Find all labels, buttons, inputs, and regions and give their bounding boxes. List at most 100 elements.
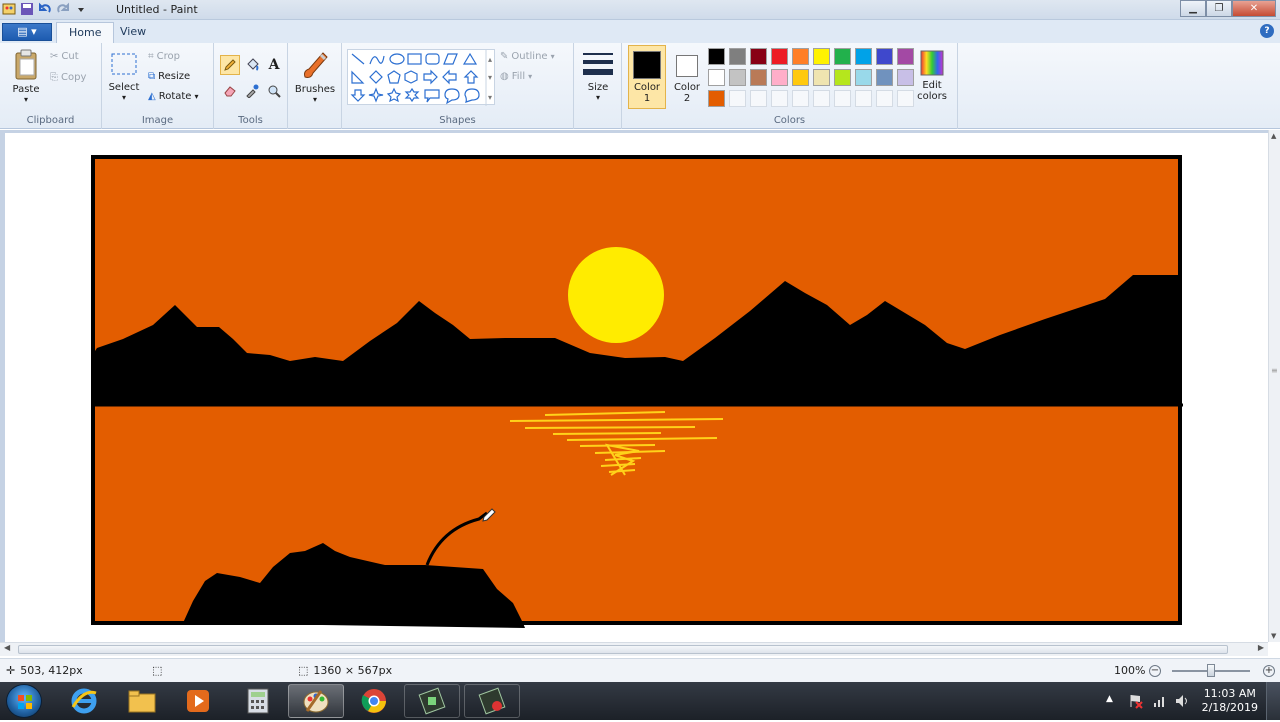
palette-swatch[interactable] (729, 69, 746, 86)
system-tray: ▲ 11:03 AM 2/18/2019 (1100, 682, 1280, 720)
palette-swatch[interactable] (834, 48, 851, 65)
color1-number: 1 (643, 93, 651, 104)
redo-icon[interactable] (56, 2, 70, 16)
show-desktop-button[interactable] (1266, 682, 1280, 720)
save-icon[interactable] (20, 2, 34, 16)
palette-swatch[interactable] (708, 48, 725, 65)
network-icon[interactable] (1152, 693, 1168, 709)
color-picker-tool[interactable] (242, 81, 262, 101)
clock[interactable]: 11:03 AM 2/18/2019 (1202, 687, 1258, 715)
palette-swatch[interactable] (834, 69, 851, 86)
maximize-button[interactable]: ❐ (1206, 0, 1232, 17)
palette-empty-slot[interactable] (813, 90, 830, 107)
chevron-down-icon: ▾ (528, 72, 533, 81)
tab-home[interactable]: Home (56, 22, 115, 43)
paint-icon (303, 690, 329, 713)
outline-button[interactable]: ✎ Outline ▾ (500, 51, 555, 62)
palette-swatch[interactable] (876, 48, 893, 65)
drawing-canvas[interactable] (5, 133, 1268, 642)
palette-empty-slot[interactable] (897, 90, 914, 107)
palette-empty-slot[interactable] (855, 90, 872, 107)
file-menu-button[interactable]: ▤ ▾ (2, 23, 52, 41)
start-button[interactable] (6, 684, 42, 718)
paste-button[interactable]: Paste ▾ (8, 49, 44, 104)
brushes-button[interactable]: Brushes ▾ (294, 49, 336, 104)
taskbar-app-1[interactable] (404, 684, 460, 718)
taskbar-file-explorer[interactable] (114, 684, 170, 718)
palette-swatch[interactable] (771, 48, 788, 65)
palette-empty-slot[interactable] (876, 90, 893, 107)
size-button[interactable]: Size ▾ (580, 49, 616, 102)
ribbon-tabs: ▤ ▾ Home View ? (0, 20, 1280, 43)
palette-empty-slot[interactable] (750, 90, 767, 107)
palette-swatch[interactable] (813, 48, 830, 65)
select-button[interactable]: Select ▾ (106, 49, 142, 102)
tab-view[interactable]: View (108, 22, 158, 43)
minimize-button[interactable]: ▁ (1180, 0, 1206, 17)
zoom-slider-thumb[interactable] (1207, 664, 1215, 677)
cut-button[interactable]: ✂ Cut (50, 51, 79, 62)
customize-quick-access-icon[interactable] (74, 2, 88, 16)
scroll-right-icon[interactable]: ▶ (1258, 643, 1264, 652)
eraser-tool[interactable] (220, 81, 240, 101)
text-tool[interactable]: A (264, 55, 284, 75)
palette-swatch[interactable] (792, 69, 809, 86)
workspace (0, 130, 1268, 642)
svg-text:▴: ▴ (488, 55, 492, 64)
scroll-left-icon[interactable]: ◀ (4, 643, 10, 652)
palette-swatch[interactable] (855, 48, 872, 65)
scroll-down-icon[interactable]: ▼ (1271, 632, 1276, 640)
action-center-flag-icon[interactable] (1128, 693, 1144, 709)
app-2-icon (478, 687, 506, 715)
undo-icon[interactable] (38, 2, 52, 16)
volume-icon[interactable] (1174, 693, 1190, 709)
palette-empty-slot[interactable] (792, 90, 809, 107)
horizontal-scroll-thumb[interactable] (18, 645, 1228, 654)
crop-icon: ⌗ (148, 51, 154, 62)
scroll-up-icon[interactable]: ▲ (1271, 132, 1276, 140)
help-icon[interactable]: ? (1260, 24, 1274, 38)
palette-swatch[interactable] (771, 69, 788, 86)
crop-button[interactable]: ⌗ Crop (148, 51, 180, 62)
pencil-tool[interactable] (220, 55, 240, 75)
image-group: Select ▾ ⌗ Crop ⧉ Resize ◭ Rotate ▾ Image (102, 43, 214, 129)
palette-swatch[interactable] (750, 48, 767, 65)
copy-button[interactable]: ⎘ Copy (50, 72, 86, 83)
taskbar-internet-explorer[interactable] (56, 684, 112, 718)
resize-button[interactable]: ⧉ Resize (148, 71, 190, 82)
edit-colors-button[interactable]: Edit colors (914, 49, 950, 102)
color2-number: 2 (683, 93, 691, 104)
palette-swatch[interactable] (792, 48, 809, 65)
fill-button[interactable]: ◍ Fill ▾ (500, 71, 532, 82)
color1-button[interactable]: Color 1 (628, 45, 666, 109)
palette-swatch[interactable] (897, 48, 914, 65)
taskbar-paint[interactable] (288, 684, 344, 718)
zoom-in-button[interactable]: + (1263, 665, 1275, 677)
shapes-gallery-icons: ▴ ▾ ▾ (350, 50, 492, 106)
palette-empty-slot[interactable] (771, 90, 788, 107)
vertical-scrollbar[interactable]: ▲ ≡ ▼ (1268, 130, 1280, 642)
palette-swatch[interactable] (855, 69, 872, 86)
color2-button[interactable]: Color 2 (668, 45, 706, 109)
zoom-out-button[interactable]: − (1149, 665, 1161, 677)
colors-group-label: Colors (773, 115, 806, 126)
taskbar-media-player[interactable] (170, 684, 226, 718)
rotate-button[interactable]: ◭ Rotate ▾ (148, 91, 198, 102)
palette-swatch[interactable] (750, 69, 767, 86)
palette-swatch[interactable] (897, 69, 914, 86)
palette-empty-slot[interactable] (729, 90, 746, 107)
palette-swatch[interactable] (876, 69, 893, 86)
taskbar-app-2[interactable] (464, 684, 520, 718)
close-button[interactable]: ✕ (1232, 0, 1276, 17)
horizontal-scrollbar[interactable]: ◀ ▶ (0, 642, 1268, 656)
palette-swatch[interactable] (708, 90, 725, 107)
taskbar-calculator[interactable] (230, 684, 286, 718)
palette-empty-slot[interactable] (834, 90, 851, 107)
taskbar-chrome[interactable] (346, 684, 402, 718)
magnifier-tool[interactable] (264, 81, 284, 101)
show-hidden-icons-icon[interactable]: ▲ (1106, 694, 1113, 704)
palette-swatch[interactable] (729, 48, 746, 65)
palette-swatch[interactable] (708, 69, 725, 86)
palette-swatch[interactable] (813, 69, 830, 86)
fill-tool[interactable] (242, 55, 262, 75)
